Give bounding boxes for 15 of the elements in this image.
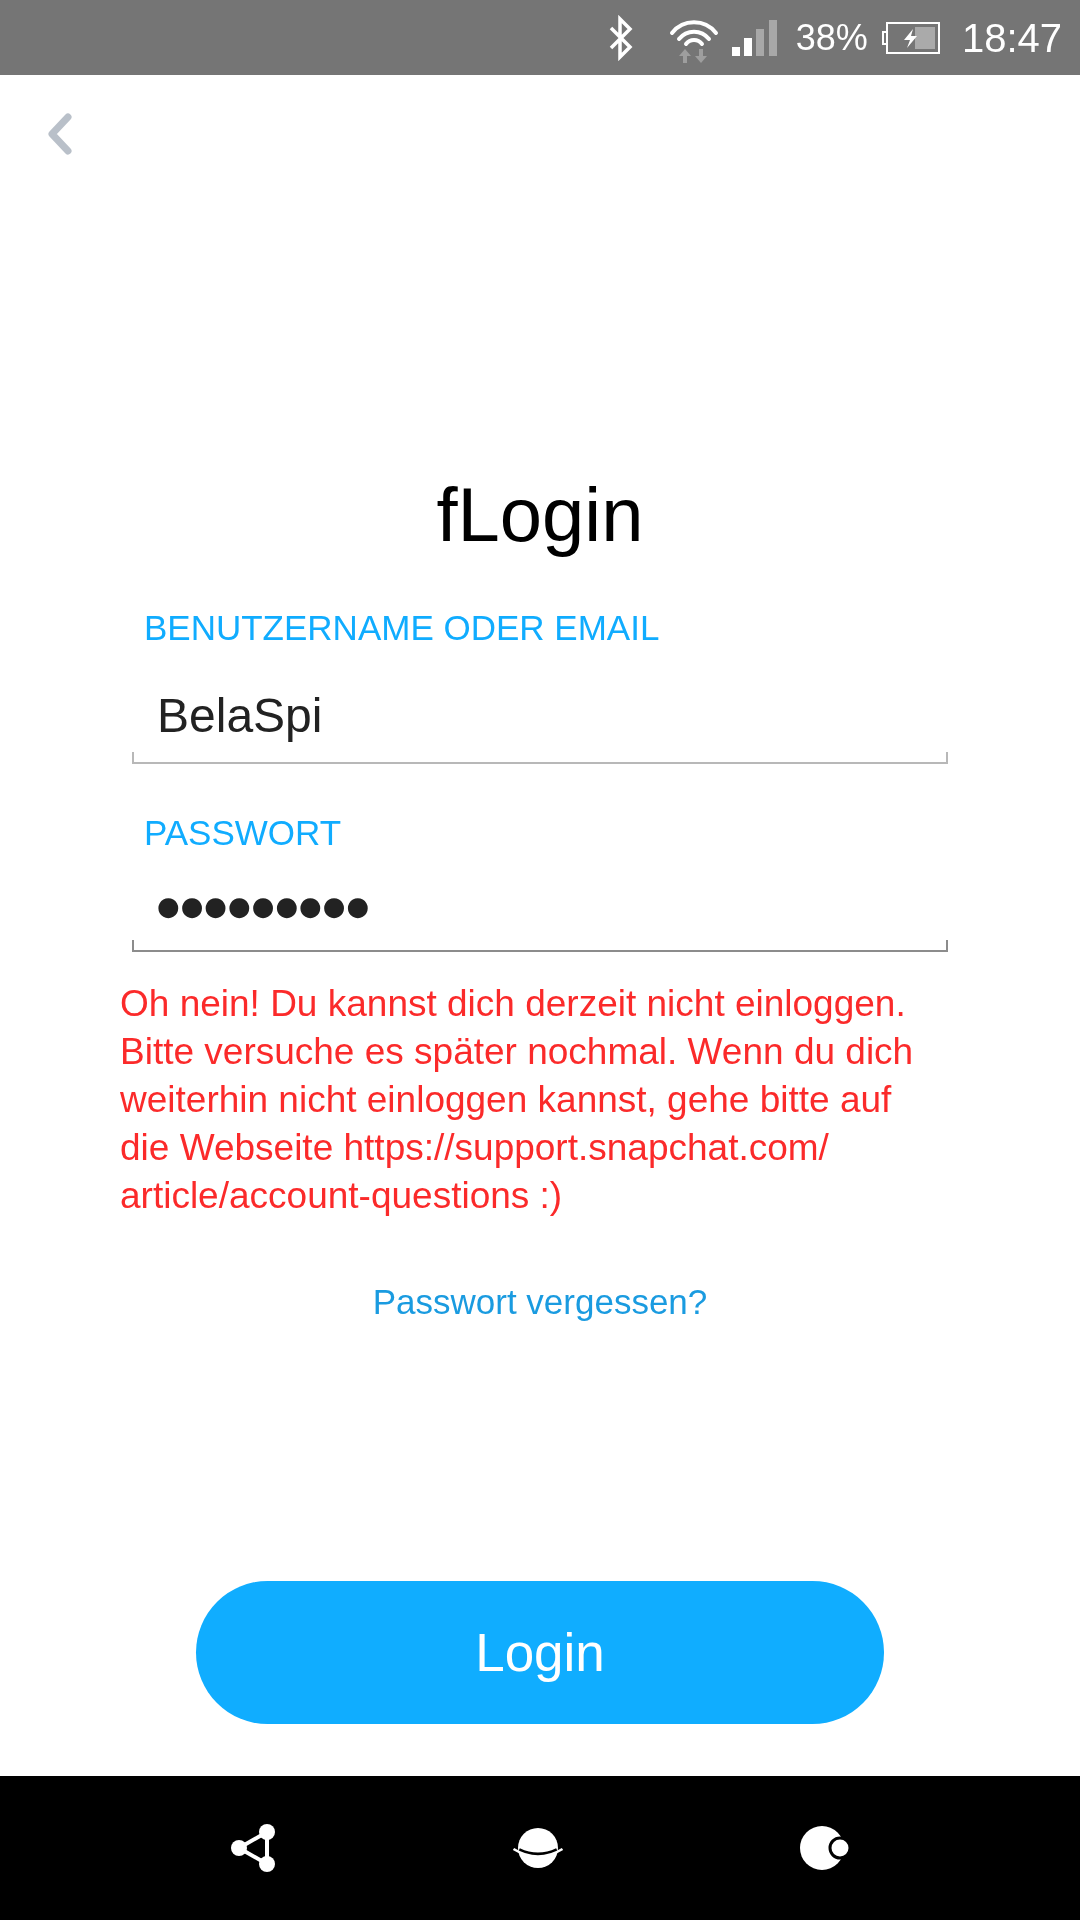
planet-icon[interactable] [512, 1826, 564, 1870]
circles-icon[interactable] [800, 1825, 852, 1871]
nodes-icon[interactable] [230, 1823, 276, 1873]
signal-icon [731, 19, 780, 56]
field-label: PASSWORT [144, 813, 342, 853]
clock-time: 18:47 [961, 15, 1062, 60]
error-message: Oh nein! Du kannst dich derzeit nicht einloggen. Bitte versuche es später nochmal. Wenn du dich weiterhin nicht einloggen kannst, gehe bitte auf die Webseite https://support.snapchat.com/article/account-questions :) [120, 982, 915, 1218]
chevron-left-icon [47, 113, 73, 155]
username-field[interactable]: BelaSpi [132, 672, 948, 764]
login-title: fLogin [436, 472, 644, 558]
bluetooth-icon [607, 14, 634, 61]
field-label: BENUTZERNAME ODER EMAIL [144, 608, 660, 648]
battery-charging-icon [881, 21, 940, 54]
password-field[interactable]: ●●●●●●●●● [132, 862, 948, 952]
battery-percentage: 38% [795, 17, 868, 58]
